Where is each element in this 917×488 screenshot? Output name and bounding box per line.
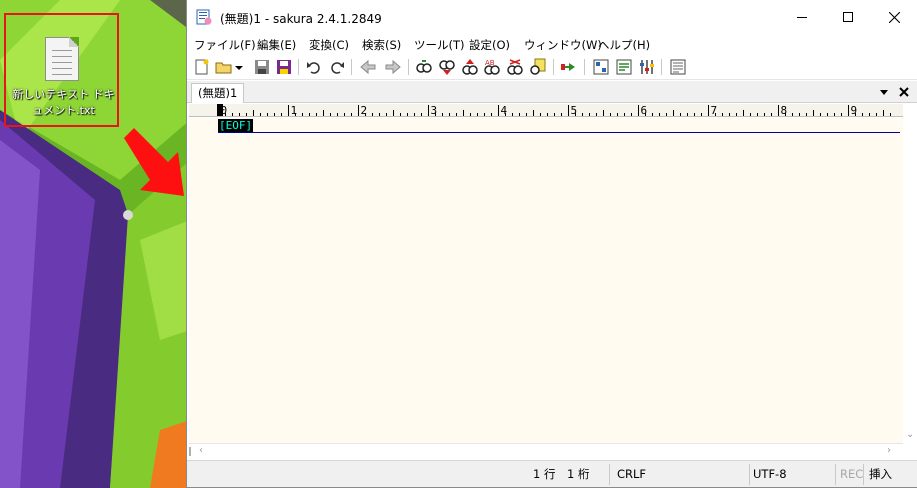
save-all-icon[interactable] [275,58,293,76]
menu-tools[interactable]: ツール(T) [414,37,465,53]
jump-back-icon[interactable] [359,58,377,76]
scroll-down-arrow-icon[interactable]: ⌄ [906,429,914,440]
svg-text:AB: AB [485,59,495,67]
text-editor-area[interactable]: [EOF] [189,118,903,443]
ruler-cursor-marker [217,104,223,116]
menu-search[interactable]: 検索(S) [362,37,401,53]
new-file-icon[interactable] [193,58,211,76]
desktop-icon-label: 新しいテキスト ドキュメント.txt [12,88,115,117]
window-title: (無題)1 - sakura 2.4.1.2849 [220,12,382,26]
vertical-scrollbar[interactable]: ⌄ [903,104,917,443]
menu-window[interactable]: ウィンドウ(W) [524,37,602,53]
compare-icon[interactable] [592,58,610,76]
find-next-icon[interactable] [461,58,479,76]
ruler-label: 3 [431,104,438,117]
cursor-line-underline [218,132,900,133]
scroll-left-arrow-icon[interactable]: ‹ [199,445,203,456]
bookmark-icon[interactable] [529,58,547,76]
replace-icon[interactable]: AB [483,58,501,76]
minimize-button[interactable] [779,0,825,34]
eof-marker: [EOF] [218,119,254,132]
menu-convert[interactable]: 変換(C) [309,37,349,53]
status-column: 1 桁 [567,467,590,481]
menu-edit[interactable]: 編集(E) [257,37,296,53]
minimize-icon [797,17,807,18]
ruler-ticks: 0123456789 [217,104,891,117]
undo-icon[interactable] [305,58,323,76]
status-line: 1 行 [533,467,556,481]
tab-close-icon[interactable] [896,84,912,100]
desktop-text-file-icon[interactable]: 新しいテキスト ドキュメント.txt [4,13,119,127]
menu-bar: ファイル(F) 編集(E) 変換(C) 検索(S) ツール(T) 設定(O) ウ… [187,34,917,54]
scroll-right-arrow-icon[interactable]: › [887,445,891,456]
ruler-label: 5 [571,104,578,117]
status-insert-mode[interactable]: 挿入 [869,461,892,488]
sakura-editor-window: (無題)1 - sakura 2.4.1.2849 ファイル(F) 編集(E) … [186,0,917,488]
search-icon[interactable] [415,58,433,76]
text-document-icon [45,37,79,81]
menu-settings[interactable]: 設定(O) [469,37,510,53]
ruler-label: 2 [361,104,368,117]
ruler-label: 6 [641,104,648,117]
open-file-icon[interactable] [215,58,233,76]
tab-untitled-1[interactable]: (無題)1 [191,83,245,103]
title-bar[interactable]: (無題)1 - sakura 2.4.1.2849 [187,0,917,34]
ruler-label: 7 [711,104,718,117]
ruler-label: 8 [781,104,788,117]
close-icon [888,11,900,23]
close-button[interactable] [871,0,917,34]
find-prev-icon[interactable] [438,58,456,76]
outline-icon[interactable] [615,58,633,76]
grep-icon[interactable] [506,58,524,76]
tab-bar: (無題)1 [187,81,917,103]
status-rec: REC [840,467,864,481]
jump-forward-icon[interactable] [384,58,402,76]
save-icon[interactable] [253,58,271,76]
sakura-app-icon [196,9,212,25]
redo-icon[interactable] [328,58,346,76]
tag-jump-icon[interactable] [560,58,578,76]
maximize-button[interactable] [825,0,871,34]
ruler-label: 4 [501,104,508,117]
ruler-label: 1 [291,104,298,117]
ruler-label: 9 [851,104,858,117]
open-dropdown-icon[interactable] [234,58,244,76]
menu-file[interactable]: ファイル(F) [194,37,256,53]
horizontal-scrollbar[interactable]: ‹ › [189,443,903,459]
settings-icon[interactable] [638,58,656,76]
menu-help[interactable]: ヘルプ(H) [598,37,650,53]
font-settings-icon[interactable] [669,58,687,76]
status-encoding[interactable]: UTF-8 [753,461,787,488]
tab-list-dropdown-icon[interactable] [877,85,891,99]
splitter-grip[interactable] [189,447,195,456]
text-cursor [218,119,220,132]
maximize-icon [843,12,853,22]
toolbar: AB [187,54,917,80]
status-line-ending[interactable]: CRLF [617,461,646,488]
status-bar: 1 行 1 桁 CRLF UTF-8 REC 挿入 [187,460,917,487]
column-ruler: 0123456789 [189,104,903,117]
